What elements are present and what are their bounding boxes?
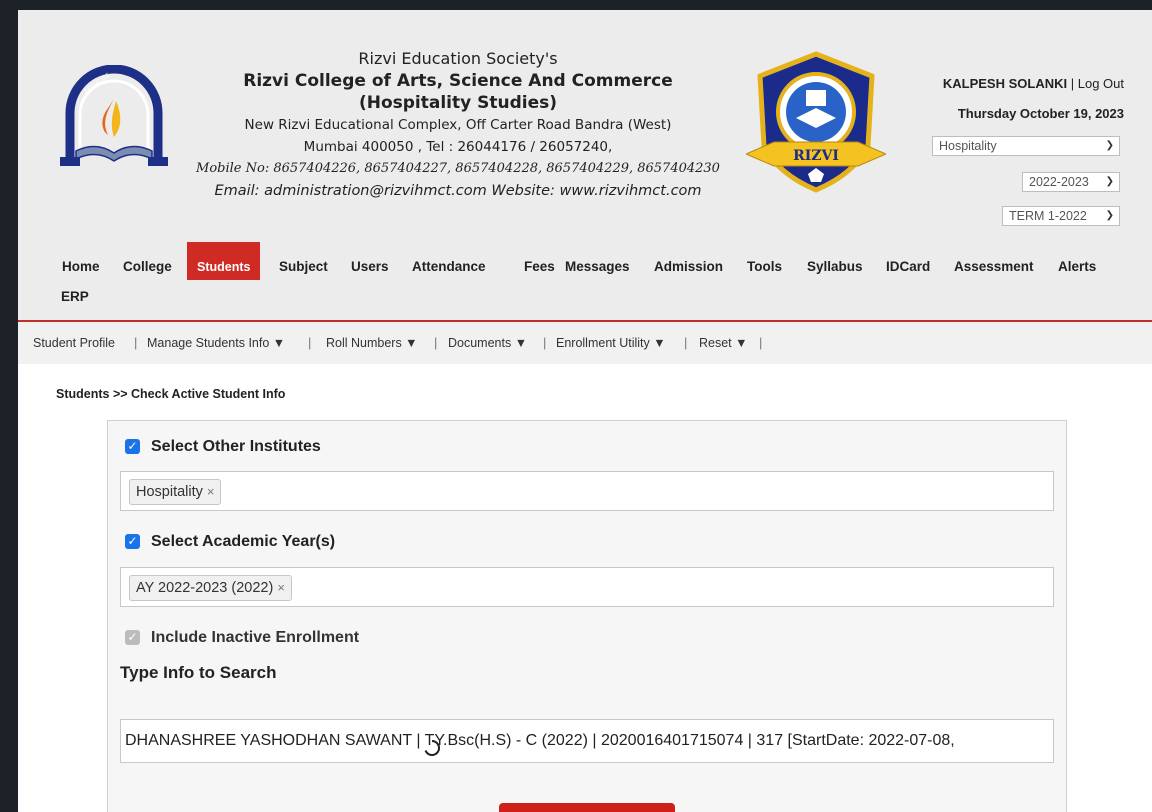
crest-banner-text: RIZVI <box>793 148 839 164</box>
subnav-separator: | <box>684 335 688 350</box>
subnav-student-profile[interactable]: Student Profile <box>33 336 115 350</box>
academic-year-select[interactable]: 2022-2023 ❯ <box>1022 172 1120 192</box>
page: EQUALISE Rizvi Education Society's Rizvi… <box>18 10 1152 812</box>
society-name: Rizvi Education Society's <box>358 49 558 68</box>
header: EQUALISE Rizvi Education Society's Rizvi… <box>18 10 1152 242</box>
institute-tag-label: Hospitality <box>136 484 203 500</box>
address-line-2: Mumbai 400050 , Tel : 26044176 / 2605724… <box>303 139 613 155</box>
remove-tag-icon[interactable]: × <box>277 580 285 595</box>
nav-students[interactable]: Students <box>187 242 261 280</box>
mobile-numbers: Mobile No: 8657404226, 8657404227, 86574… <box>196 161 720 176</box>
institutes-multiselect[interactable]: Hospitality × <box>120 471 1054 511</box>
subnav-separator: | <box>134 335 138 350</box>
search-title: Type Info to Search <box>120 663 277 682</box>
search-panel: ✓ Select Other Institutes Hospitality × ✓… <box>107 420 1067 812</box>
subnav-manage-students-info[interactable]: Manage Students Info ▼ <box>147 336 285 350</box>
nav-idcard[interactable]: IDCard <box>876 242 940 280</box>
subnav-separator: | <box>543 335 547 350</box>
select-other-institutes-label: Select Other Institutes <box>151 438 321 455</box>
select-other-institutes-checkbox[interactable]: ✓ <box>125 439 140 454</box>
nav-tools[interactable]: Tools <box>737 242 792 280</box>
subnav-reset[interactable]: Reset ▼ <box>699 336 748 350</box>
academic-year-tag-label: AY 2022-2023 (2022) <box>136 580 274 596</box>
chevron-down-icon: ❯ <box>1105 176 1114 187</box>
current-date: Thursday October 19, 2023 <box>957 106 1124 121</box>
main-nav: Home College Students Subject Users Atte… <box>18 242 1152 322</box>
user-name: KALPESH SOLANKI <box>942 76 1068 91</box>
nav-attendance[interactable]: Attendance <box>402 242 496 280</box>
fetch-data-button[interactable]: Fetch Data <box>499 803 675 812</box>
remove-tag-icon[interactable]: × <box>207 484 215 499</box>
select-academic-years-checkbox[interactable]: ✓ <box>125 534 140 549</box>
nav-syllabus[interactable]: Syllabus <box>797 242 873 280</box>
nav-college[interactable]: College <box>113 242 182 280</box>
college-info: Rizvi Education Society's Rizvi College … <box>188 48 728 202</box>
institute-tag: Hospitality × <box>129 479 222 505</box>
nav-subject[interactable]: Subject <box>269 242 338 280</box>
breadcrumb: Students >> Check Active Student Info <box>56 387 286 401</box>
college-logo-icon: EQUALISE <box>60 65 168 166</box>
subnav-separator: | <box>308 335 312 350</box>
term-select-value: TERM 1-2022 <box>1009 209 1087 223</box>
chevron-down-icon: ❯ <box>1105 140 1114 151</box>
nav-admission[interactable]: Admission <box>644 242 733 280</box>
nav-erp[interactable]: ERP <box>51 282 99 312</box>
subnav-roll-numbers[interactable]: Roll Numbers ▼ <box>326 336 418 350</box>
college-name: Rizvi College of Arts, Science And Comme… <box>243 71 673 91</box>
subnav-separator: | <box>434 335 438 350</box>
loading-cursor-icon <box>424 739 441 756</box>
academic-years-multiselect[interactable]: AY 2022-2023 (2022) × <box>120 567 1054 607</box>
select-academic-years-label: Select Academic Year(s) <box>151 533 336 550</box>
academic-year-select-value: 2022-2023 <box>1029 175 1089 189</box>
society-crest-icon: RIZVI <box>746 51 886 193</box>
email-website: Email: administration@rizvihmct.com Webs… <box>214 183 702 199</box>
nav-alerts[interactable]: Alerts <box>1048 242 1106 280</box>
institute-select-value: Hospitality <box>939 139 997 153</box>
subnav-enrollment-utility[interactable]: Enrollment Utility ▼ <box>556 336 666 350</box>
user-box: KALPESH SOLANKI | Log Out <box>943 76 1124 91</box>
include-inactive-label: Include Inactive Enrollment <box>151 629 360 646</box>
nav-assessment[interactable]: Assessment <box>944 242 1044 280</box>
subnav-documents[interactable]: Documents ▼ <box>448 336 527 350</box>
logout-link[interactable]: Log Out <box>1078 76 1124 91</box>
address-line-1: New Rizvi Educational Complex, Off Carte… <box>244 117 672 133</box>
chevron-down-icon: ❯ <box>1105 210 1114 221</box>
sub-nav: Student Profile | Manage Students Info ▼… <box>18 322 1152 364</box>
academic-year-tag: AY 2022-2023 (2022) × <box>129 575 292 601</box>
nav-users[interactable]: Users <box>341 242 399 280</box>
institute-select[interactable]: Hospitality ❯ <box>932 136 1120 156</box>
nav-messages[interactable]: Messages <box>555 242 640 280</box>
student-search-input[interactable]: DHANASHREE YASHODHAN SAWANT | TY.Bsc(H.S… <box>120 719 1054 763</box>
term-select[interactable]: TERM 1-2022 ❯ <box>1002 206 1120 226</box>
nav-home[interactable]: Home <box>52 242 110 280</box>
subnav-separator: | <box>759 335 763 350</box>
college-subtitle: (Hospitality Studies) <box>358 93 558 113</box>
user-separator: | <box>1070 76 1075 91</box>
include-inactive-checkbox: ✓ <box>125 630 140 645</box>
